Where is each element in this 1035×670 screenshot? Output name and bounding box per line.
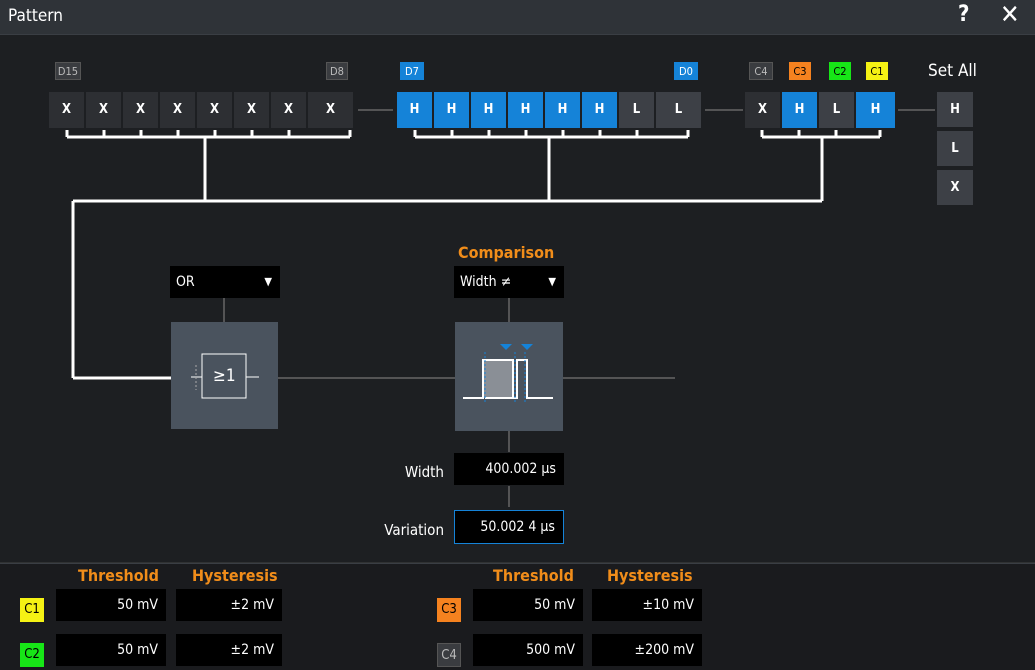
c1-threshold-input[interactable]: 50 mV (56, 589, 166, 621)
c4-threshold-input[interactable]: 500 mV (473, 634, 583, 666)
comparison-mode-dropdown[interactable]: Width ≠ ▼ (454, 266, 564, 298)
bit-d3[interactable]: H (545, 92, 581, 128)
width-label: Width (404, 463, 444, 481)
set-all-title: Set All (928, 61, 977, 81)
hysteresis-header-left: Hysteresis (192, 566, 278, 585)
bit-d14[interactable]: X (86, 92, 122, 128)
threshold-panel: Threshold Hysteresis Threshold Hysteresi… (0, 563, 1035, 670)
label-d7: D7 (400, 62, 424, 80)
bit-d1[interactable]: L (619, 92, 655, 128)
bit-d4[interactable]: H (508, 92, 544, 128)
bit-d0[interactable]: L (656, 92, 702, 128)
bit-d11[interactable]: X (197, 92, 233, 128)
c2-badge: C2 (20, 643, 44, 667)
bit-d2[interactable]: H (582, 92, 618, 128)
chevron-down-icon: ▼ (264, 275, 272, 288)
c3-hysteresis-input[interactable]: ±10 mV (592, 589, 702, 621)
label-c1: C1 (866, 62, 888, 80)
bit-c1[interactable]: H (856, 92, 896, 128)
width-comparison-box[interactable] (455, 322, 563, 431)
variation-label: Variation (384, 521, 444, 539)
c4-hysteresis-input[interactable]: ±200 mV (592, 634, 702, 666)
bit-d9[interactable]: X (271, 92, 307, 128)
bit-d13[interactable]: X (123, 92, 159, 128)
comparison-mode-value: Width ≠ (460, 274, 512, 290)
pulse-width-icon (463, 344, 553, 402)
set-all-x-button[interactable]: X (937, 170, 973, 206)
hysteresis-header-right: Hysteresis (607, 566, 693, 585)
c4-badge: C4 (437, 643, 461, 667)
c3-badge: C3 (437, 598, 461, 622)
label-d15: D15 (55, 62, 81, 80)
bit-d15[interactable]: X (49, 92, 85, 128)
bit-d12[interactable]: X (160, 92, 196, 128)
c1-badge: C1 (20, 598, 44, 622)
bit-d7[interactable]: H (397, 92, 433, 128)
threshold-header-left: Threshold (78, 566, 159, 585)
bit-c2[interactable]: L (819, 92, 855, 128)
width-input[interactable]: 400.002 µs (454, 453, 564, 485)
logic-operator-value: OR (176, 274, 195, 290)
c2-hysteresis-input[interactable]: ±2 mV (176, 634, 282, 666)
set-all-l-button[interactable]: L (937, 131, 973, 167)
bit-d8[interactable]: X (308, 92, 354, 128)
bit-d10[interactable]: X (234, 92, 270, 128)
c1-hysteresis-input[interactable]: ±2 mV (176, 589, 282, 621)
label-d0: D0 (674, 62, 698, 80)
label-c3: C3 (789, 62, 811, 80)
comparison-title: Comparison (458, 243, 555, 262)
logic-operator-dropdown[interactable]: OR ▼ (170, 266, 280, 298)
c2-threshold-input[interactable]: 50 mV (56, 634, 166, 666)
variation-input[interactable]: 50.002 4 µs (454, 510, 564, 544)
label-c2: C2 (829, 62, 851, 80)
label-d8: D8 (326, 62, 348, 80)
set-all-h-button[interactable]: H (937, 92, 973, 128)
bit-c3[interactable]: H (782, 92, 818, 128)
label-c4: C4 (749, 62, 773, 80)
bit-d6[interactable]: H (434, 92, 470, 128)
bit-d5[interactable]: H (471, 92, 507, 128)
logic-gate-box[interactable]: ≥1 (171, 322, 278, 429)
threshold-header-right: Threshold (493, 566, 574, 585)
c3-threshold-input[interactable]: 50 mV (473, 589, 583, 621)
chevron-down-icon: ▼ (548, 275, 556, 288)
logic-symbol: ≥1 (213, 366, 236, 386)
bit-c4[interactable]: X (745, 92, 781, 128)
